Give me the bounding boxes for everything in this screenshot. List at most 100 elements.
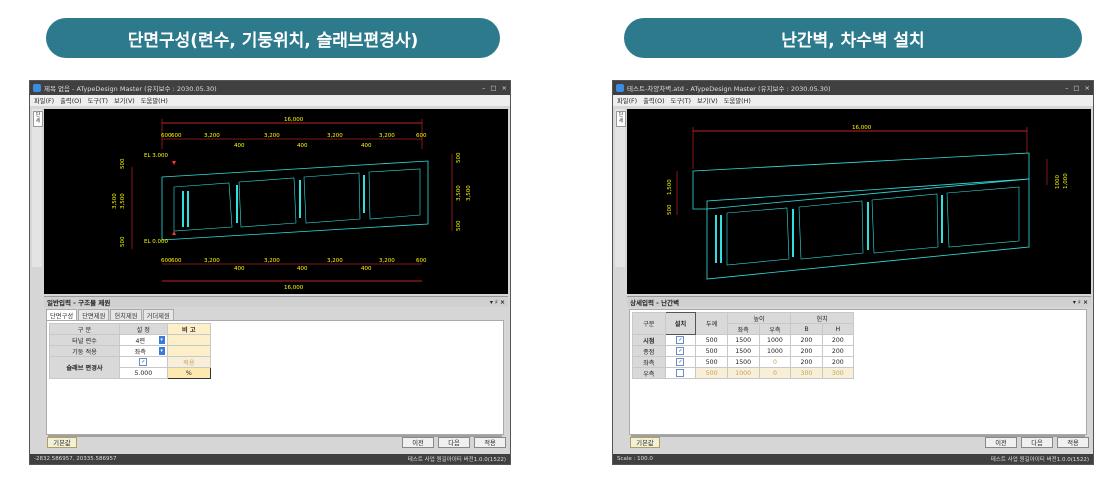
apply-button[interactable]: 적용 (1057, 437, 1089, 448)
cad-el-top: EL 3.000 (144, 153, 169, 159)
right-section-pill: 난간벽, 차수벽 설치 (624, 18, 1082, 58)
row-right-height-right: 0 (758, 367, 792, 379)
row-left-thickness[interactable]: 500 (695, 356, 728, 368)
row-end-haunch-b[interactable]: 200 (790, 345, 823, 357)
check-icon[interactable]: ✓ (139, 358, 148, 366)
row-start-checkbox[interactable]: ✓ (664, 334, 697, 346)
cad-dim-left-2: 3,500 (120, 193, 126, 209)
row-right-height-left: 1000 (726, 367, 760, 379)
row-start-height-left[interactable]: 1500 (726, 334, 760, 346)
title-bar: 제목 없음 - ATypeDesign Master (유지보수 : 2030.… (30, 81, 510, 95)
row-left-haunch-b[interactable]: 200 (790, 356, 823, 368)
cad-canvas[interactable]: 16,000 500 1,500 1000 1,000 (627, 109, 1091, 294)
tab-haunch-spec[interactable]: 헌치제원 (110, 309, 142, 320)
next-button[interactable]: 다음 (438, 437, 470, 448)
close-icon[interactable]: × (502, 84, 507, 92)
close-icon[interactable]: × (1085, 84, 1090, 92)
header-haunch-b: B (790, 323, 823, 335)
cad-sub-top-2: 400 (361, 143, 372, 149)
menu-view[interactable]: 보기(V) (697, 96, 718, 105)
menu-file[interactable]: 파일(F) (617, 96, 637, 105)
cad-dim-right-3: 500 (456, 220, 462, 231)
minimize-icon[interactable]: – (1065, 84, 1068, 92)
row-left-label: 좌측 (632, 356, 666, 368)
row-end-height-right[interactable]: 1000 (758, 345, 792, 357)
left-section-pill: 단면구성(련수, 기둥위치, 슬래브편경사) (46, 18, 500, 58)
title-bar: 테스트-차양차벽.atd - ATypeDesign Master (유지보수 … (613, 81, 1093, 95)
default-button[interactable]: 기본값 (630, 437, 660, 448)
right-app-window: 테스트-차양차벽.atd - ATypeDesign Master (유지보수 … (612, 80, 1094, 465)
row-start-haunch-b[interactable]: 200 (790, 334, 823, 346)
row-left-checkbox[interactable]: ✓ (664, 356, 697, 368)
default-button[interactable]: 기본값 (47, 437, 77, 448)
app-icon (616, 84, 624, 92)
cad-dim-top-1: 600 (171, 133, 182, 139)
row-right-thickness: 500 (695, 367, 728, 379)
row-end-label: 종점 (632, 345, 666, 357)
cad-total-top: 16,000 (852, 125, 872, 131)
row-right-checkbox[interactable] (664, 367, 697, 379)
side-tab[interactable]: 단 세 (33, 111, 43, 127)
row-start-height-right[interactable]: 1000 (758, 334, 792, 346)
menu-tools[interactable]: 도구(T) (88, 96, 108, 105)
row-end-checkbox[interactable]: ✓ (664, 345, 697, 357)
panel-body: 구분 설치 두께 높이 헌치 좌측 우측 B H 시점 ✓ 500 1500 1… (629, 309, 1087, 435)
menu-output[interactable]: 출력(O) (60, 96, 81, 105)
slab-apply-checkbox[interactable]: ✓ (118, 356, 168, 368)
row-start-thickness[interactable]: 500 (695, 334, 728, 346)
row-left-height-right[interactable]: 0 (758, 356, 792, 368)
menu-tools[interactable]: 도구(T) (671, 96, 691, 105)
menu-file[interactable]: 파일(F) (34, 96, 54, 105)
tab-section-spec[interactable]: 단면제원 (78, 309, 110, 320)
cad-dim-left-1: 3,500 (112, 193, 118, 209)
parapet-table: 구분 설치 두께 높이 헌치 좌측 우측 B H 시점 ✓ 500 1500 1… (632, 312, 855, 379)
cad-total-bottom: 16,000 (284, 285, 304, 291)
tab-section[interactable]: 단면구성 (46, 309, 78, 320)
menu-help[interactable]: 도움말(H) (141, 96, 168, 105)
cad-dim-bottom-6: 600 (416, 258, 427, 264)
slab-slope-input[interactable]: 5.000 (118, 367, 168, 379)
column-apply-select[interactable]: 좌측 ▾ (118, 345, 168, 357)
cad-canvas[interactable]: 16,000 600 600 3,200 3,200 3,200 3,200 6… (44, 109, 508, 294)
cad-dim-left-3: 500 (120, 236, 126, 247)
header-thickness: 두께 (695, 312, 728, 335)
row-start-haunch-h[interactable]: 200 (821, 334, 855, 346)
row-end-haunch-h[interactable]: 200 (821, 345, 855, 357)
cad-dim-left-0: 500 (667, 204, 673, 215)
panel-pin-close-icon[interactable]: ▾ ♯ × (490, 299, 505, 306)
tab-girder-spec[interactable]: 거더제원 (142, 309, 174, 320)
left-app-window: 제목 없음 - ATypeDesign Master (유지보수 : 2030.… (29, 80, 511, 465)
row-label-tunnel-count: 터널 련수 (49, 334, 120, 346)
next-button[interactable]: 다음 (1021, 437, 1053, 448)
cad-dim-right-0: 1000 (1055, 175, 1061, 189)
check-icon[interactable]: ✓ (676, 336, 685, 344)
cad-sub-bottom-0: 400 (234, 266, 245, 272)
cad-dim-bottom-3: 3,200 (264, 258, 280, 264)
maximize-icon[interactable]: □ (490, 84, 496, 92)
apply-button[interactable]: 적용 (474, 437, 506, 448)
dropdown-arrow-icon[interactable]: ▾ (158, 346, 165, 355)
dropdown-arrow-icon[interactable]: ▾ (158, 335, 165, 344)
menu-output[interactable]: 출력(O) (643, 96, 664, 105)
maximize-icon[interactable]: □ (1073, 84, 1079, 92)
row-end-thickness[interactable]: 500 (695, 345, 728, 357)
row-right-haunch-b: 300 (790, 367, 823, 379)
cad-dim-top-2: 3,200 (204, 133, 220, 139)
check-icon[interactable]: ✓ (676, 347, 685, 355)
prev-button[interactable]: 이전 (402, 437, 434, 448)
panel-pin-close-icon[interactable]: ▾ ♯ × (1073, 299, 1088, 306)
prev-button[interactable]: 이전 (985, 437, 1017, 448)
side-tab[interactable]: 단 세 (616, 111, 626, 127)
tunnel-count-select[interactable]: 4련 ▾ (118, 334, 168, 346)
row-right-label: 우측 (632, 367, 666, 379)
menu-view[interactable]: 보기(V) (114, 96, 135, 105)
checkbox-empty-icon[interactable] (676, 369, 685, 377)
row-left-haunch-h[interactable]: 200 (821, 356, 855, 368)
cad-drawing: 16,000 600 600 3,200 3,200 3,200 3,200 6… (112, 117, 472, 291)
row-left-height-left[interactable]: 1500 (726, 356, 760, 368)
row-end-height-left[interactable]: 1500 (726, 345, 760, 357)
check-icon[interactable]: ✓ (676, 358, 685, 366)
minimize-icon[interactable]: – (482, 84, 485, 92)
menu-help[interactable]: 도움말(H) (724, 96, 751, 105)
cad-dim-bottom-5: 3,200 (379, 258, 395, 264)
